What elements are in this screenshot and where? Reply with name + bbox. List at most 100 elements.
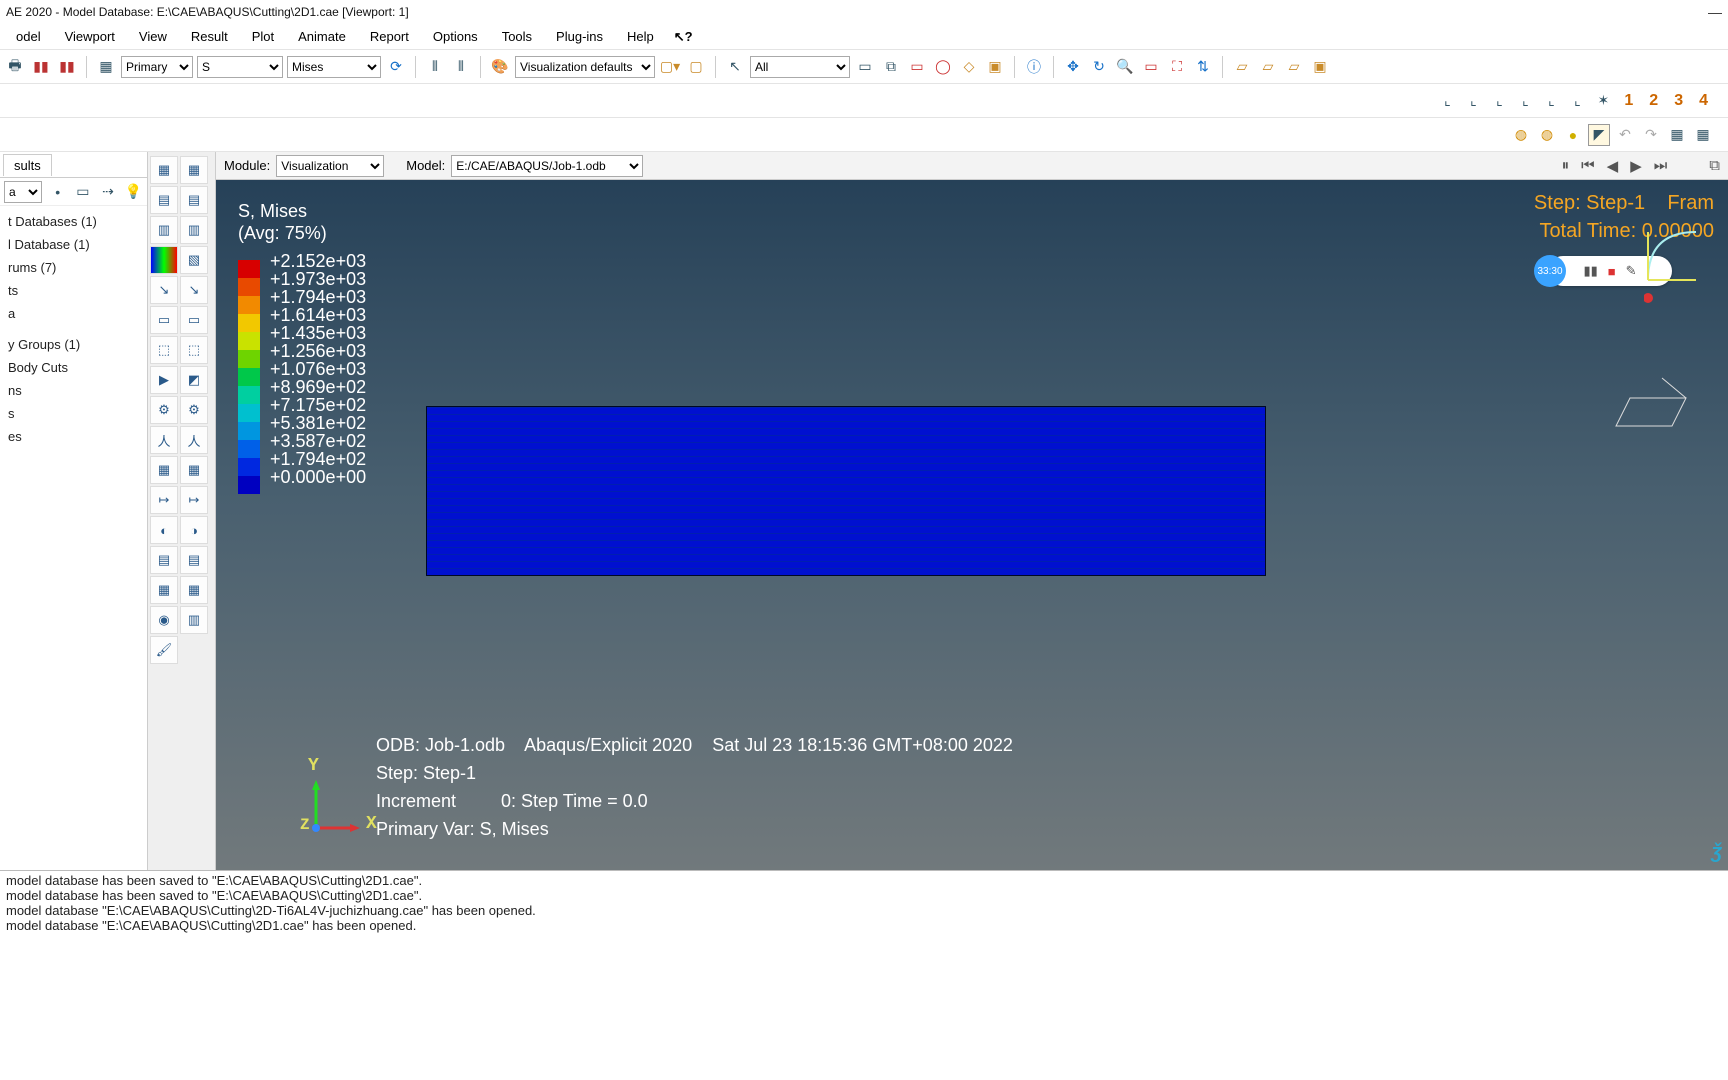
rotate-icon[interactable]: ↻ [1088,56,1110,78]
render-select[interactable]: Visualization defaults [515,56,655,78]
tree-item[interactable]: es [2,425,145,448]
selection-select[interactable]: All [750,56,850,78]
iso4-icon[interactable]: ▣ [1309,56,1331,78]
info-icon[interactable]: ⓘ [1023,56,1045,78]
menu-model[interactable]: odel [6,27,51,46]
vt-icon[interactable]: ↦ [150,486,178,514]
vt-icon[interactable]: ▦ [150,156,178,184]
pan-icon[interactable]: ✥ [1062,56,1084,78]
tree-dot-icon[interactable]: • [48,181,67,203]
vt-icon[interactable]: ▤ [150,186,178,214]
view-4[interactable]: 4 [1693,92,1714,110]
axis-yz-icon[interactable]: ⌞ [1488,90,1510,112]
vt-icon[interactable]: ▦ [180,576,208,604]
view-1[interactable]: 1 [1618,92,1639,110]
menu-result[interactable]: Result [181,27,238,46]
vt-icon[interactable]: ▶ [150,366,178,394]
pause-icon[interactable]: ⏸ [1562,157,1570,175]
screen-icon[interactable]: ▭ [854,56,876,78]
zoom-icon[interactable]: 🔍 [1114,56,1136,78]
arrows-icon[interactable]: ⇅ [1192,56,1214,78]
vt-icon[interactable]: ⚙ [150,396,178,424]
axis-iso-icon[interactable]: ✶ [1592,90,1614,112]
tree-item[interactable]: y Groups (1) [2,333,145,356]
axis-zy-icon[interactable]: ⌞ [1566,90,1588,112]
tree-open-icon[interactable]: ▭ [73,181,92,203]
tree-item[interactable]: t Databases (1) [2,210,145,233]
vt-icon[interactable]: ◩ [180,366,208,394]
redo-icon[interactable]: ↷ [1640,124,1662,146]
model-select[interactable]: E:/CAE/ABAQUS/Job-1.odb [451,155,643,177]
variable-select[interactable]: S [197,56,283,78]
view-3[interactable]: 3 [1668,92,1689,110]
tree-flow-icon[interactable]: ⇢ [98,181,117,203]
circ1-icon[interactable]: ◍ [1510,124,1532,146]
axis-xy-icon[interactable]: ⌞ [1436,90,1458,112]
results-tab[interactable]: sults [3,154,52,176]
vt-icon[interactable]: 人 [180,426,208,454]
whats-this-icon[interactable]: ↖? [674,29,693,45]
ladder2-icon[interactable]: ⦀ [450,56,472,78]
menu-report[interactable]: Report [360,27,419,46]
undo-icon[interactable]: ↶ [1614,124,1636,146]
menu-help[interactable]: Help [617,27,664,46]
vt-icon[interactable]: ▦ [150,576,178,604]
axis-xz-icon[interactable]: ⌞ [1462,90,1484,112]
vt-icon[interactable]: ▦ [180,456,208,484]
poly-icon[interactable]: ◇ [958,56,980,78]
next-icon[interactable]: ▶ [1630,157,1642,175]
prev-icon[interactable]: ◀ [1607,157,1619,175]
vt-brush-icon[interactable]: 🖌 [150,636,178,664]
vt-icon[interactable]: ↘ [150,276,178,304]
books-icon[interactable]: ▮▮ [30,56,52,78]
iso2-icon[interactable]: ▱ [1257,56,1279,78]
tree-bulb-icon[interactable]: 💡 [124,181,143,203]
cursor-icon[interactable]: ↖ [724,56,746,78]
view-2[interactable]: 2 [1643,92,1664,110]
vt-icon[interactable]: ▤ [180,546,208,574]
tree-item[interactable]: rums (7) [2,256,145,279]
vt-icon[interactable]: ▦ [150,456,178,484]
vt-icon[interactable]: ↦ [180,486,208,514]
vt-icon[interactable]: ⬚ [150,336,178,364]
tree-item[interactable]: ts [2,279,145,302]
vt-icon[interactable]: ⬚ [180,336,208,364]
cube-icon[interactable]: ▣ [984,56,1006,78]
rect-icon[interactable]: ▭ [906,56,928,78]
axis-zx-icon[interactable]: ⌞ [1540,90,1562,112]
menu-plugins[interactable]: Plug-ins [546,27,613,46]
vt-icon[interactable]: ▤ [150,546,178,574]
zoom-rect-icon[interactable]: ▭ [1140,56,1162,78]
link-icon[interactable]: ⧉ [1709,157,1720,175]
box2-icon[interactable]: ▢ [685,56,707,78]
axis-yx-icon[interactable]: ⌞ [1514,90,1536,112]
grid1-icon[interactable]: ▦ [1666,124,1688,146]
tree-item[interactable]: ns [2,379,145,402]
sync-icon[interactable]: ⟳ [385,56,407,78]
vt-icon[interactable]: ▤ [180,186,208,214]
menu-options[interactable]: Options [423,27,488,46]
recorder-pause-icon[interactable]: ▮▮ [1583,263,1597,279]
tree-filter-select[interactable]: a [4,181,42,203]
viewport[interactable]: S, Mises (Avg: 75%) +2.152e+03+1.973e+03… [216,180,1728,870]
tree-item[interactable]: a [2,302,145,325]
tree-item[interactable]: s [2,402,145,425]
minimize-icon[interactable]: — [1708,4,1722,20]
tree-item[interactable]: Body Cuts [2,356,145,379]
first-icon[interactable]: ⏮ [1581,157,1595,175]
vt-icon[interactable]: ⚙ [180,396,208,424]
tree-item[interactable]: l Database (1) [2,233,145,256]
menu-animate[interactable]: Animate [288,27,356,46]
fit-icon[interactable]: ⛶ [1166,56,1188,78]
primary-select[interactable]: Primary [121,56,193,78]
vt-icon[interactable]: 人 [150,426,178,454]
recorder-stop-icon[interactable]: ■ [1608,264,1616,279]
message-console[interactable]: model database has been saved to "E:\CAE… [0,870,1728,942]
vt-contour-icon[interactable] [150,246,178,274]
recorder-edit-icon[interactable]: ✎ [1626,263,1637,279]
rect-circ-icon[interactable]: ◯ [932,56,954,78]
circ3-icon[interactable]: ● [1562,124,1584,146]
menu-viewport[interactable]: Viewport [55,27,125,46]
field-icon[interactable]: ▦ [95,56,117,78]
results-tree[interactable]: t Databases (1) l Database (1) rums (7) … [0,206,147,870]
